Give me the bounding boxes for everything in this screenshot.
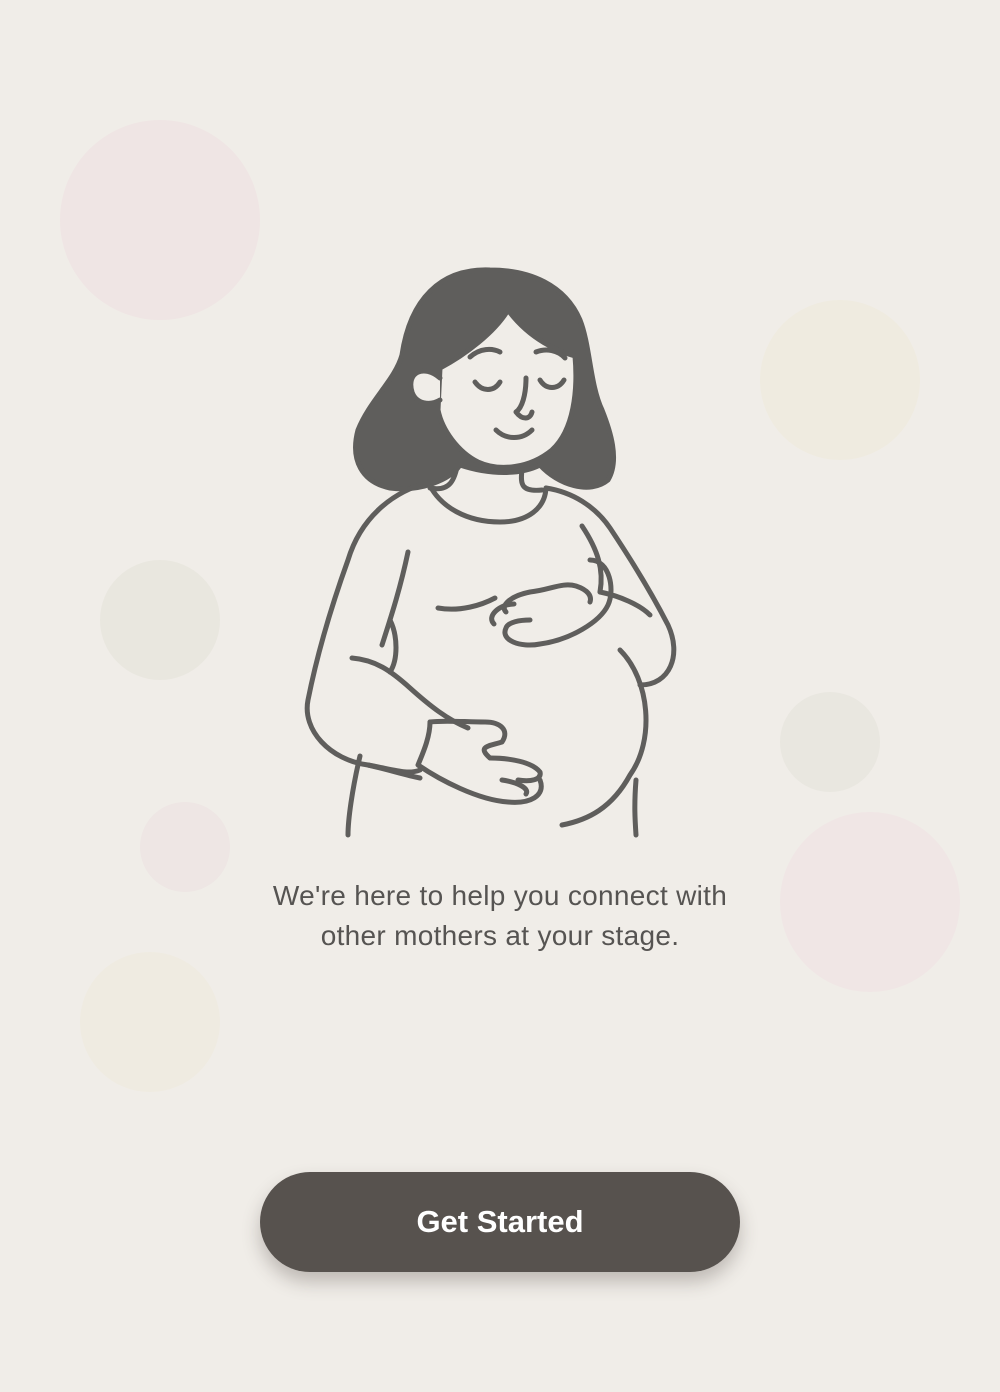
- welcome-message: We're here to help you connect with othe…: [272, 880, 728, 951]
- decorative-bubble: [80, 952, 220, 1092]
- decorative-bubble: [780, 812, 960, 992]
- decorative-bubble: [760, 300, 920, 460]
- decorative-bubble: [140, 802, 230, 892]
- onboarding-screen: We're here to help you connect with othe…: [0, 0, 1000, 1392]
- get-started-button[interactable]: Get Started: [260, 1172, 740, 1272]
- decorative-bubble: [100, 560, 220, 680]
- pregnant-woman-illustration: [290, 260, 690, 840]
- decorative-bubble: [60, 120, 260, 320]
- decorative-bubble: [780, 692, 880, 792]
